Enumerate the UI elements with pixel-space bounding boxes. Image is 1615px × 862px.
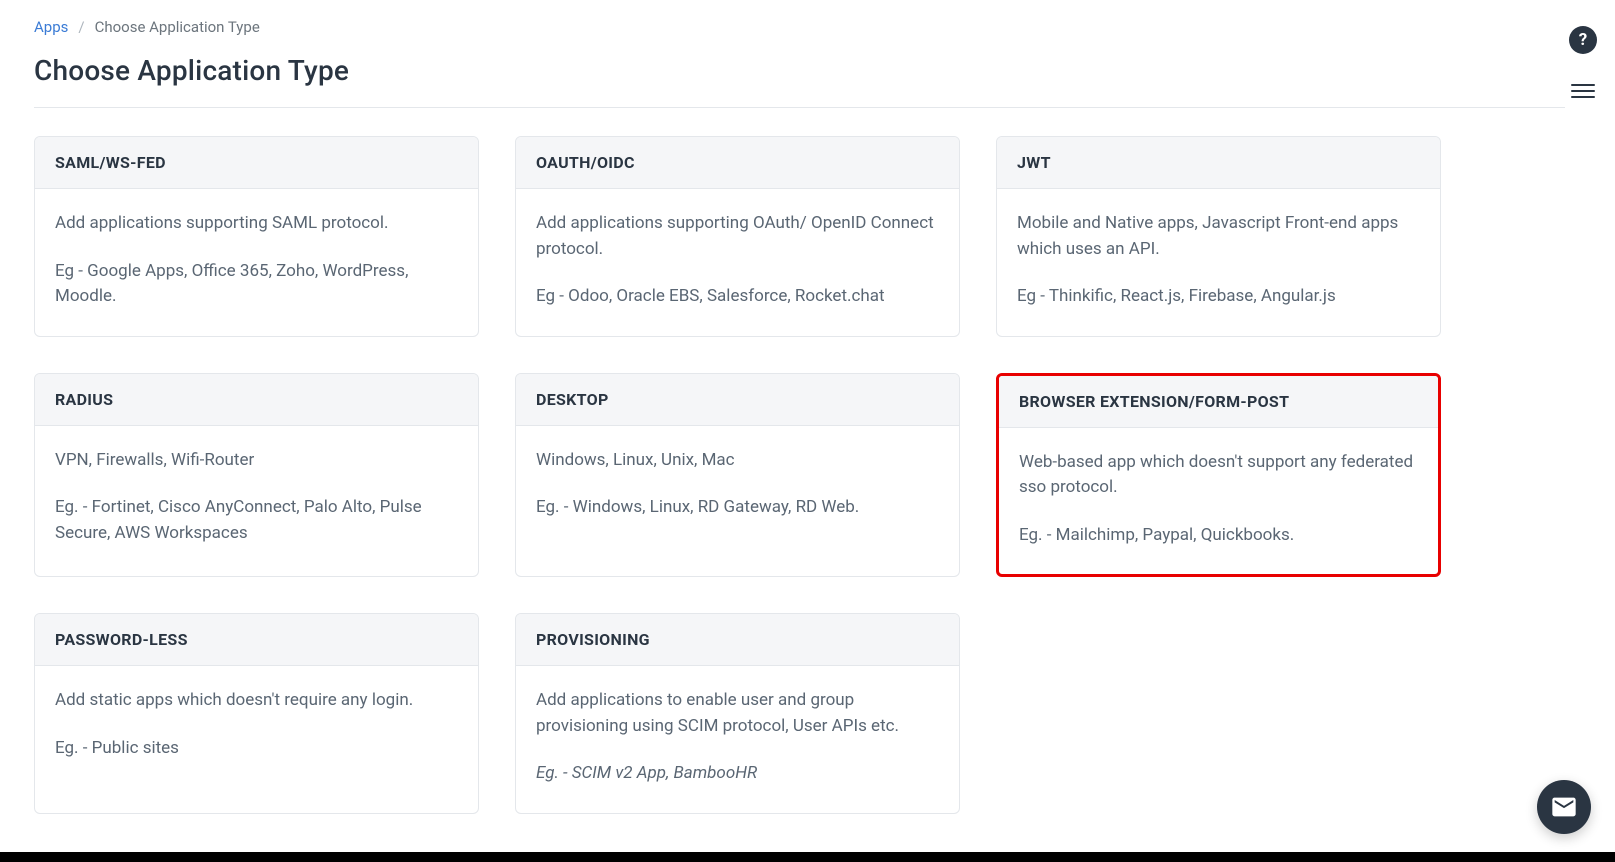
card-header: OAUTH/OIDC: [516, 137, 959, 189]
card-body: Add applications to enable user and grou…: [516, 666, 959, 813]
hamburger-menu-button[interactable]: [1571, 84, 1595, 98]
card-radius[interactable]: RADIUS VPN, Firewalls, Wifi-Router Eg. -…: [34, 373, 479, 578]
card-header: PROVISIONING: [516, 614, 959, 666]
card-desc: Add static apps which doesn't require an…: [55, 688, 458, 714]
card-header: RADIUS: [35, 374, 478, 426]
card-desc: Mobile and Native apps, Javascript Front…: [1017, 211, 1420, 262]
chat-button[interactable]: [1537, 780, 1591, 834]
side-controls: ?: [1569, 26, 1597, 98]
breadcrumb-current: Choose Application Type: [95, 18, 260, 36]
card-header: SAML/WS-FED: [35, 137, 478, 189]
mail-icon: [1550, 793, 1578, 821]
card-examples: Eg. - Windows, Linux, RD Gateway, RD Web…: [536, 495, 939, 521]
card-body: VPN, Firewalls, Wifi-Router Eg. - Fortin…: [35, 426, 478, 573]
breadcrumb: Apps / Choose Application Type: [34, 18, 1565, 36]
card-examples: Eg. - SCIM v2 App, BambooHR: [536, 761, 939, 787]
breadcrumb-separator: /: [78, 18, 84, 36]
card-desc: Add applications supporting SAML protoco…: [55, 211, 458, 237]
card-desktop[interactable]: DESKTOP Windows, Linux, Unix, Mac Eg. - …: [515, 373, 960, 578]
hamburger-icon: [1571, 90, 1595, 92]
card-browser-extension-form-post[interactable]: BROWSER EXTENSION/FORM-POST Web-based ap…: [996, 373, 1441, 578]
help-icon: ?: [1579, 30, 1587, 50]
card-header: PASSWORD-LESS: [35, 614, 478, 666]
card-password-less[interactable]: PASSWORD-LESS Add static apps which does…: [34, 613, 479, 814]
card-title: RADIUS: [55, 390, 458, 409]
card-examples: Eg - Google Apps, Office 365, Zoho, Word…: [55, 259, 458, 310]
card-title: OAUTH/OIDC: [536, 153, 939, 172]
breadcrumb-root-link[interactable]: Apps: [34, 18, 68, 36]
card-examples: Eg. - Public sites: [55, 736, 458, 762]
card-desc: Add applications supporting OAuth/ OpenI…: [536, 211, 939, 262]
card-desc: Add applications to enable user and grou…: [536, 688, 939, 739]
card-saml-ws-fed[interactable]: SAML/WS-FED Add applications supporting …: [34, 136, 479, 337]
help-button[interactable]: ?: [1569, 26, 1597, 54]
card-jwt[interactable]: JWT Mobile and Native apps, Javascript F…: [996, 136, 1441, 337]
card-body: Add static apps which doesn't require an…: [35, 666, 478, 787]
card-title: BROWSER EXTENSION/FORM-POST: [1019, 392, 1418, 411]
card-body: Add applications supporting SAML protoco…: [35, 189, 478, 336]
card-header: DESKTOP: [516, 374, 959, 426]
card-oauth-oidc[interactable]: OAUTH/OIDC Add applications supporting O…: [515, 136, 960, 337]
card-title: JWT: [1017, 153, 1420, 172]
card-examples: Eg. - Mailchimp, Paypal, Quickbooks.: [1019, 523, 1418, 549]
card-body: Windows, Linux, Unix, Mac Eg. - Windows,…: [516, 426, 959, 547]
card-provisioning[interactable]: PROVISIONING Add applications to enable …: [515, 613, 960, 814]
card-examples: Eg. - Fortinet, Cisco AnyConnect, Palo A…: [55, 495, 458, 546]
card-examples: Eg - Thinkific, React.js, Firebase, Angu…: [1017, 284, 1420, 310]
hamburger-icon: [1571, 96, 1595, 98]
card-title: DESKTOP: [536, 390, 939, 409]
app-type-grid: SAML/WS-FED Add applications supporting …: [34, 136, 1565, 814]
card-title: PROVISIONING: [536, 630, 939, 649]
card-title: PASSWORD-LESS: [55, 630, 458, 649]
hamburger-icon: [1571, 84, 1595, 86]
bottom-strip: [0, 852, 1615, 862]
divider: [34, 107, 1565, 108]
card-title: SAML/WS-FED: [55, 153, 458, 172]
card-body: Add applications supporting OAuth/ OpenI…: [516, 189, 959, 336]
card-body: Web-based app which doesn't support any …: [999, 428, 1438, 575]
card-header: JWT: [997, 137, 1440, 189]
card-examples: Eg - Odoo, Oracle EBS, Salesforce, Rocke…: [536, 284, 939, 310]
card-desc: Windows, Linux, Unix, Mac: [536, 448, 939, 474]
card-desc: VPN, Firewalls, Wifi-Router: [55, 448, 458, 474]
page-title: Choose Application Type: [34, 54, 1565, 87]
card-header: BROWSER EXTENSION/FORM-POST: [999, 376, 1438, 428]
card-body: Mobile and Native apps, Javascript Front…: [997, 189, 1440, 336]
card-desc: Web-based app which doesn't support any …: [1019, 450, 1418, 501]
